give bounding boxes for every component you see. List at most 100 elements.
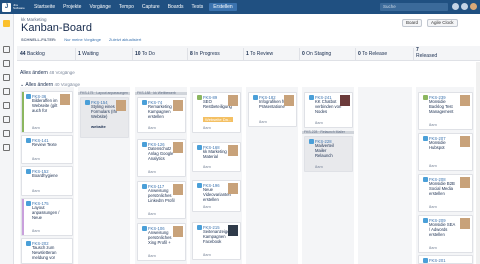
column-released: 7 Released: [416, 47, 438, 59]
story-icon: [197, 145, 202, 150]
scrollbar[interactable]: [476, 62, 480, 264]
filters-label: SCHNELL-FILTER:: [21, 37, 57, 42]
search-input[interactable]: Suche: [380, 3, 448, 11]
parent-stripe: FKS-188 · kk Wettbewerb: [135, 91, 187, 95]
assignee-avatar: [228, 183, 238, 194]
assignee-avatar: [460, 95, 470, 106]
board-icon[interactable]: [3, 46, 10, 53]
story-icon: [142, 100, 147, 105]
assignee-avatar: [460, 136, 470, 147]
column-todo: 10 To Do: [135, 51, 155, 57]
story-icon: [197, 225, 202, 230]
nav-boards[interactable]: Boards: [168, 4, 184, 10]
releases-icon[interactable]: [3, 88, 10, 95]
assignee-avatar: [228, 145, 238, 156]
card-fks-209[interactable]: FKS-209 Monsidie SEA / Adwords erstellen…: [418, 215, 473, 253]
card-fks-208[interactable]: FKS-208 Monsidie B2B Social Media erstel…: [418, 174, 473, 212]
story-icon: [85, 100, 90, 105]
agile-clock-button[interactable]: Agile Clock: [427, 19, 458, 27]
shortcut-icon[interactable]: [3, 130, 10, 137]
card-fks-239[interactable]: FKS-239 Monsidie Backlog Test Management…: [418, 92, 473, 130]
card-fks-141[interactable]: FKS-141 Review Texte 8am: [21, 135, 73, 164]
card-fks-202[interactable]: FKS-202 Tausch zum Newsletteran meldung …: [21, 238, 73, 264]
column-to-release: 0 To Release: [358, 51, 388, 57]
card-fks-126[interactable]: FKS-126 Datenschutz Anlag Google Analyti…: [137, 139, 186, 177]
card-fks-74[interactable]: FKS-74 Remarketing Kampagnen erstellen 8…: [137, 97, 186, 133]
assignee-avatar: [284, 95, 294, 106]
nav-capture[interactable]: Capture: [142, 4, 160, 10]
assignee-avatar: [173, 184, 183, 195]
gear-icon[interactable]: [3, 144, 10, 151]
assignee-avatar: [116, 100, 126, 111]
story-icon: [309, 139, 314, 144]
story-icon: [197, 183, 202, 188]
column-to-review: 1 To Review: [246, 51, 274, 57]
user-avatar[interactable]: [470, 3, 477, 10]
card-fks-228[interactable]: FKS-228 Mailverteil Mailer Relaunch 8am: [304, 136, 353, 172]
parent-stripe: FKS-228 · Relaunch Mailer: [302, 130, 354, 134]
card-fks-106[interactable]: FKS-106 Anweisung persönliches Xing Prof…: [137, 223, 186, 261]
assignee-avatar: [460, 177, 470, 188]
nav-projekte[interactable]: Projekte: [63, 4, 81, 10]
column-in-progress: 8 In Progress: [190, 51, 220, 57]
assignee-avatar: [60, 94, 70, 105]
logo-icon: J: [2, 2, 11, 12]
card-fks-36[interactable]: FKS-36 Bilderaffen im Webseite (gilt auc…: [21, 91, 73, 133]
page-title: Kanban-Board: [21, 22, 92, 34]
reports-icon[interactable]: [3, 60, 10, 67]
story-icon: [26, 201, 31, 206]
create-button[interactable]: Erstellen: [209, 3, 237, 11]
assignee-avatar: [228, 225, 238, 236]
story-icon: [197, 95, 202, 100]
nav-tempo[interactable]: Tempo: [119, 4, 134, 10]
card-fks-207[interactable]: FKS-207 Monsidie Hubspot 8am: [418, 133, 473, 171]
filter-my-issues[interactable]: Nur meine Vorgänge: [64, 37, 101, 42]
story-icon: [253, 95, 258, 100]
board-menu-button[interactable]: Board: [402, 19, 423, 27]
card-fks-152[interactable]: FKS-152 Boardhygiene 8am: [21, 166, 73, 196]
assignee-avatar: [460, 218, 470, 229]
card-fks-117[interactable]: FKS-117 Anweisung persönliches LinkedIn …: [137, 181, 186, 219]
jira-logo[interactable]: J Jira Software: [0, 0, 30, 14]
issues-icon[interactable]: [3, 74, 10, 81]
project-sidebar: [0, 14, 14, 264]
filter-recently-updated[interactable]: Zuletzt aktualisiert: [109, 37, 141, 42]
story-icon: [142, 226, 147, 231]
card-fks-154[interactable]: FKS-154 Styling eines Formulars (Ihr Web…: [80, 97, 129, 138]
card-fks-168[interactable]: FKS-168 kk Marketing Material 8am: [192, 142, 241, 172]
project-icon[interactable]: [3, 20, 10, 27]
assignee-avatar: [228, 95, 238, 106]
story-icon: [26, 94, 31, 99]
card-fks-175[interactable]: FKS-175 Layout anpassungen / Neue 8am: [21, 198, 73, 236]
logo-line-2: Software: [13, 6, 25, 10]
assignee-avatar: [173, 100, 183, 111]
story-icon: [26, 241, 31, 246]
column-backlog: 44 Backlog: [20, 51, 45, 57]
nav-startseite[interactable]: Startseite: [34, 4, 55, 10]
card-fks-241[interactable]: FKS-241 KK Chatbot verbinden von Nodes 8…: [304, 92, 353, 128]
story-icon: [423, 258, 428, 263]
story-icon: [142, 142, 147, 147]
help-icon[interactable]: [452, 3, 459, 10]
nav-tests[interactable]: Tests: [192, 4, 204, 10]
column-waiting: 1 Waiting: [78, 51, 99, 57]
story-icon: [423, 136, 428, 141]
assignee-avatar: [340, 95, 350, 106]
swimlane-all-header[interactable]: Alles ändern 48 Vorgänge: [20, 70, 75, 76]
story-icon: [142, 184, 147, 189]
story-icon: [423, 95, 428, 100]
story-icon: [26, 138, 31, 143]
story-icon: [26, 169, 31, 174]
settings-icon[interactable]: [461, 3, 468, 10]
card-fks-196[interactable]: FKS-196 Neue Videovarianten erstellen 8a…: [192, 180, 241, 212]
card-fks-215[interactable]: FKS-215 Seitenanzeige Kampagnen Facebook…: [192, 222, 241, 260]
column-on-staging: 0 On Staging: [302, 51, 332, 57]
story-icon: [423, 177, 428, 182]
main-nav: Startseite Projekte Vorgänge Tempo Captu…: [34, 4, 203, 10]
card-fks-182[interactable]: FKS-182 Infografiken für Präsentatione 8…: [248, 92, 297, 127]
card-fks-201[interactable]: FKS-201: [418, 255, 473, 264]
pages-icon[interactable]: [3, 116, 10, 123]
components-icon[interactable]: [3, 102, 10, 109]
nav-vorgaenge[interactable]: Vorgänge: [89, 4, 110, 10]
card-fks-89[interactable]: FKS-89 SEO Restbeteiligung Webseite Da..…: [192, 92, 241, 133]
